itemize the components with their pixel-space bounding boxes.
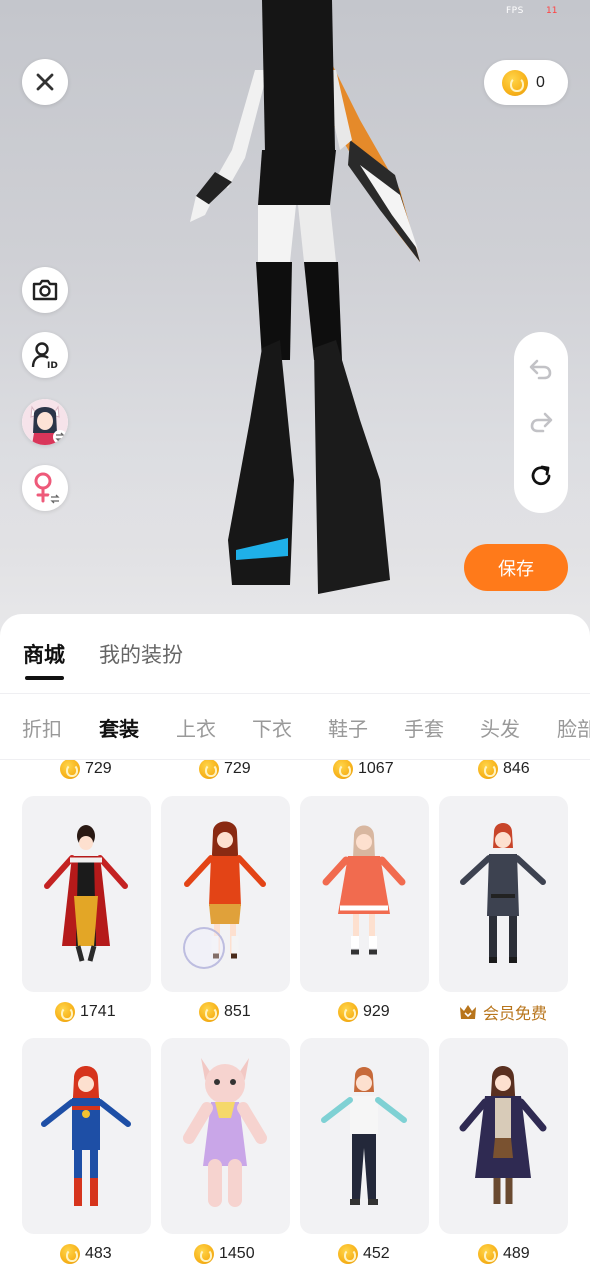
shop-top-tabs: 商城 我的装扮 <box>0 614 590 694</box>
undo-icon <box>529 359 552 380</box>
vip-free-badge: 会员免费 <box>458 1000 547 1024</box>
avatar-viewport[interactable]: FPS 11 ID 0 保存 <box>0 0 590 640</box>
item-price: 929 <box>338 1000 390 1024</box>
active-tab-indicator <box>25 676 64 680</box>
switch-character-button[interactable] <box>22 399 68 445</box>
outfit-figure <box>41 1066 131 1206</box>
item-price: 452 <box>338 1242 390 1266</box>
shop-sheet: 商城 我的装扮 折扣 套装 上衣 下衣 鞋子 手套 头发 脸部 729 729 … <box>0 614 590 1280</box>
item-price: 1741 <box>55 1000 116 1024</box>
item-price: 729 <box>199 760 251 781</box>
coin-icon <box>502 69 528 96</box>
gender-switch-button[interactable] <box>22 465 68 511</box>
category-hair[interactable]: 头发 <box>480 713 520 742</box>
category-gloves[interactable]: 手套 <box>404 713 444 742</box>
avatar-id-button[interactable]: ID <box>22 332 68 378</box>
category-discount[interactable]: 折扣 <box>22 713 62 742</box>
coin-icon <box>55 1002 75 1022</box>
coin-balance[interactable]: 0 <box>484 60 568 105</box>
outfit-figure <box>183 1058 267 1207</box>
coin-icon <box>338 1244 358 1264</box>
female-gender-icon <box>34 472 62 506</box>
edit-history-panel <box>514 332 568 513</box>
coin-icon <box>338 1002 358 1022</box>
close-icon <box>36 73 54 91</box>
undo-button[interactable] <box>526 354 556 384</box>
category-tops[interactable]: 上衣 <box>176 713 216 742</box>
tab-my-outfits[interactable]: 我的装扮 <box>99 639 183 669</box>
reset-icon <box>531 465 551 486</box>
vip-crown-icon <box>460 1005 476 1019</box>
category-bar[interactable]: 折扣 套装 上衣 下衣 鞋子 手套 头发 脸部 <box>0 694 590 760</box>
fps-value: 11 <box>546 6 558 16</box>
outfit-card[interactable] <box>300 796 429 992</box>
touch-indicator <box>183 927 225 969</box>
category-shoes[interactable]: 鞋子 <box>328 713 368 742</box>
outfit-card[interactable] <box>439 1038 568 1234</box>
outfit-card[interactable] <box>22 1038 151 1234</box>
user-id-icon: ID <box>31 342 58 370</box>
item-price: 851 <box>199 1000 251 1024</box>
item-price: 483 <box>60 1242 112 1266</box>
svg-text:ID: ID <box>47 361 58 370</box>
outfit-figure <box>460 823 546 963</box>
coin-icon <box>60 760 80 779</box>
outfit-card[interactable] <box>161 1038 290 1234</box>
item-price: 1450 <box>194 1242 255 1266</box>
outfit-card[interactable] <box>439 796 568 992</box>
coin-icon <box>333 760 353 779</box>
redo-icon <box>530 413 553 433</box>
item-price: 489 <box>478 1242 530 1266</box>
coin-icon <box>478 760 498 779</box>
coin-icon <box>478 1244 498 1264</box>
reset-button[interactable] <box>526 461 556 491</box>
outfit-figure <box>321 1067 407 1205</box>
item-price: 846 <box>478 760 530 781</box>
coin-icon <box>194 1244 214 1264</box>
coin-icon <box>199 760 219 779</box>
coin-icon <box>60 1244 80 1264</box>
camera-button[interactable] <box>22 267 68 313</box>
outfit-figure <box>459 1066 547 1204</box>
outfit-card[interactable] <box>300 1038 429 1234</box>
outfit-card[interactable] <box>22 796 151 992</box>
item-price: 1067 <box>333 760 394 781</box>
camera-icon <box>32 279 58 301</box>
category-face[interactable]: 脸部 <box>557 713 590 742</box>
close-button[interactable] <box>22 59 68 105</box>
coin-icon <box>199 1002 219 1022</box>
outfit-figure <box>44 825 128 962</box>
character-avatar-icon <box>22 399 68 445</box>
category-bottoms[interactable]: 下衣 <box>252 713 292 742</box>
outfit-card[interactable] <box>161 796 290 992</box>
category-sets[interactable]: 套装 <box>99 713 139 742</box>
tab-mall[interactable]: 商城 <box>23 639 65 669</box>
coin-balance-value: 0 <box>536 73 545 91</box>
outfit-figure <box>322 825 406 955</box>
outfit-grid[interactable]: 729 729 1067 846 1741 851 929 会员免费 483 1… <box>0 760 590 1280</box>
fps-label: FPS <box>506 6 524 16</box>
save-button[interactable]: 保存 <box>464 544 568 591</box>
redo-button[interactable] <box>526 407 556 437</box>
outfit-figure <box>184 821 266 959</box>
item-price: 729 <box>60 760 112 781</box>
